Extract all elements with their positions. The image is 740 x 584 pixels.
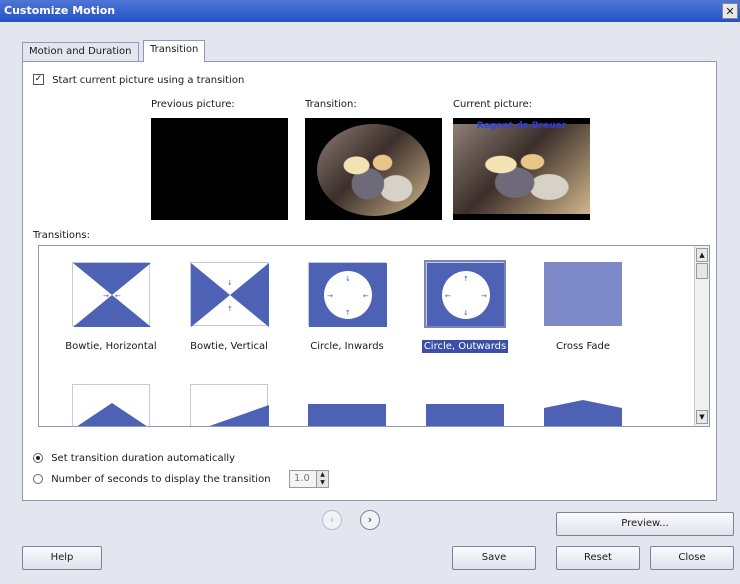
- transition-item-row2-1[interactable]: [72, 384, 150, 426]
- svg-text:→: →: [481, 292, 487, 300]
- previous-picture-button[interactable]: ‹: [322, 510, 342, 530]
- scroll-up-button[interactable]: ▲: [696, 248, 708, 262]
- next-picture-button[interactable]: ›: [360, 510, 380, 530]
- seconds-value[interactable]: 1.0: [294, 473, 310, 484]
- svg-text:←: ←: [445, 292, 451, 300]
- title-bar: Customize Motion ✕: [0, 0, 740, 22]
- close-window-button[interactable]: ✕: [722, 3, 738, 19]
- svg-text:↑: ↑: [227, 305, 233, 313]
- stepper-up-button[interactable]: ▲: [316, 471, 328, 479]
- manual-duration-radio[interactable]: [33, 474, 43, 484]
- current-picture-label: Current picture:: [453, 99, 533, 110]
- previous-picture-preview: [151, 118, 288, 220]
- transition-item-circle-inwards[interactable]: ↓ ↑ → ← Circle, Inwards: [288, 262, 406, 353]
- svg-text:→: →: [327, 292, 333, 300]
- svg-text:↓: ↓: [345, 275, 351, 283]
- transition-item-row2-3[interactable]: [308, 384, 386, 426]
- help-button[interactable]: Help: [22, 546, 102, 570]
- current-picture-caption: Regent de Breuer: [476, 121, 567, 131]
- transition-picture-image: [317, 124, 430, 216]
- stepper-down-button[interactable]: ▼: [316, 479, 328, 487]
- start-transition-label: Start current picture using a transition: [52, 74, 245, 86]
- svg-text:→: →: [103, 292, 109, 300]
- svg-text:←: ←: [115, 292, 121, 300]
- transitions-label: Transitions:: [33, 230, 90, 241]
- auto-duration-label: Set transition duration automatically: [51, 453, 236, 464]
- scroll-thumb[interactable]: [696, 263, 708, 279]
- close-button[interactable]: Close: [650, 546, 734, 570]
- circle-outwards-icon: ↑ ↓ ← →: [424, 260, 506, 328]
- auto-duration-radio[interactable]: [33, 453, 43, 463]
- start-transition-row[interactable]: ✓ Start current picture using a transiti…: [33, 74, 244, 86]
- dialog-body: Motion and Duration Transition ✓ Start c…: [0, 22, 740, 584]
- svg-text:↑: ↑: [463, 275, 469, 283]
- svg-text:←: ←: [363, 292, 369, 300]
- transition-item-circle-outwards[interactable]: ↑ ↓ ← → Circle, Outwards: [406, 260, 524, 353]
- window-title: Customize Motion: [4, 4, 116, 17]
- transition-item-bowtie-horizontal[interactable]: → ← Bowtie, Horizontal: [52, 262, 170, 353]
- transition-preview-label: Transition:: [305, 99, 357, 110]
- transition-tab-panel: ✓ Start current picture using a transiti…: [22, 61, 717, 501]
- tab-transition[interactable]: Transition: [143, 40, 206, 62]
- svg-text:↓: ↓: [227, 279, 233, 287]
- cross-fade-icon: [544, 262, 622, 326]
- transition-item-label: Cross Fade: [555, 341, 611, 352]
- bowtie-vertical-icon: ↓ ↑: [190, 262, 269, 327]
- transition-item-bowtie-vertical[interactable]: ↓ ↑ Bowtie, Vertical: [170, 262, 288, 353]
- svg-text:↑: ↑: [345, 309, 351, 317]
- transition-item-row2-4[interactable]: [426, 384, 504, 426]
- save-button[interactable]: Save: [452, 546, 536, 570]
- seconds-stepper[interactable]: 1.0 ▲ ▼: [289, 470, 329, 488]
- scroll-down-button[interactable]: ▼: [696, 410, 708, 424]
- auto-duration-option[interactable]: Set transition duration automatically: [33, 453, 235, 464]
- circle-inwards-icon: ↓ ↑ → ←: [308, 262, 387, 327]
- manual-duration-option[interactable]: Number of seconds to display the transit…: [33, 474, 271, 485]
- svg-text:↓: ↓: [463, 309, 469, 317]
- transition-circle-mask: [317, 124, 430, 216]
- transitions-scrollbar[interactable]: ▲ ▼: [694, 246, 709, 426]
- transition-preview: [305, 118, 442, 220]
- preview-button[interactable]: Preview...: [556, 512, 734, 536]
- previous-picture-label: Previous picture:: [151, 99, 235, 110]
- current-picture-preview: Regent de Breuer: [453, 118, 590, 220]
- transition-item-label: Circle, Outwards: [421, 340, 509, 353]
- tab-motion-and-duration[interactable]: Motion and Duration: [22, 42, 139, 62]
- manual-duration-label: Number of seconds to display the transit…: [51, 474, 271, 485]
- transition-item-row2-2[interactable]: [190, 384, 269, 426]
- transition-item-row2-5[interactable]: [544, 384, 622, 426]
- transition-item-cross-fade[interactable]: Cross Fade: [524, 262, 642, 353]
- transitions-list[interactable]: → ← Bowtie, Horizontal ↓ ↑ Bowtie, Verti…: [38, 245, 710, 427]
- start-transition-checkbox[interactable]: ✓: [33, 74, 44, 85]
- transition-item-label: Bowtie, Horizontal: [65, 341, 157, 352]
- transition-item-label: Bowtie, Vertical: [190, 341, 268, 352]
- bowtie-horizontal-icon: → ←: [72, 262, 151, 327]
- current-picture-image: [453, 124, 590, 214]
- reset-button[interactable]: Reset: [556, 546, 640, 570]
- transition-item-label: Circle, Inwards: [310, 341, 384, 352]
